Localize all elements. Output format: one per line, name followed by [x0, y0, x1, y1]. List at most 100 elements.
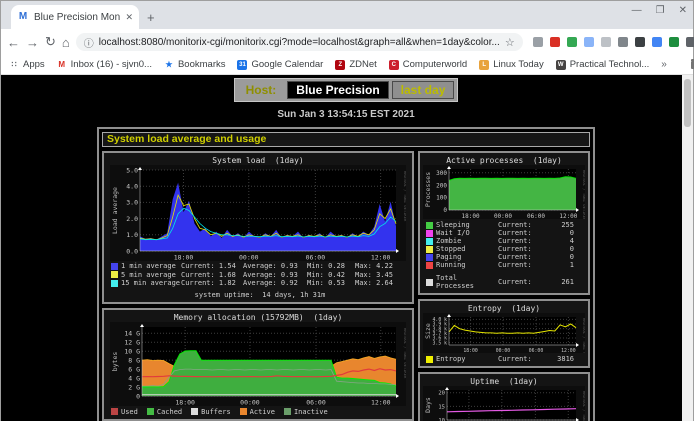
new-tab-button[interactable]: + [147, 10, 155, 25]
chart-title: Uptime (1day) [423, 377, 585, 386]
chart-title: Memory allocation (15792MB) (1day) [107, 313, 409, 322]
bookmark-label: Computerworld [403, 59, 467, 70]
page-info-icon[interactable]: ⓘ [84, 35, 94, 50]
legend-swatch [426, 279, 433, 286]
legend-current-label: Current: [498, 261, 544, 269]
globe-extension-icon[interactable] [567, 37, 577, 47]
tab-strip: M Blue Precision Monitorix ✕ + — ❐ ✕ [1, 1, 693, 29]
svg-text:12:00: 12:00 [371, 398, 391, 406]
host-bar: Host: Blue Precision last day [234, 78, 459, 102]
svg-text:RRDTOOL / TOBI OETIKER: RRDTOOL / TOBI OETIKER [582, 170, 585, 219]
memory-chart[interactable]: 02 G4 G6 G8 G10 G12 G14 G18:0000:0006:00… [110, 322, 406, 406]
svg-text:Size: Size [424, 323, 432, 339]
back-button[interactable]: ← [7, 35, 20, 50]
blue-extension-icon[interactable] [652, 37, 662, 47]
legend-current: Current: 1.68 [181, 271, 243, 280]
dark-extension-icon[interactable] [635, 37, 645, 47]
system-uptime-note: system uptime: 14 days, 1h 31m [111, 291, 409, 299]
pages-extension-icon[interactable] [584, 37, 594, 47]
window-maximize-button[interactable]: ❐ [656, 5, 665, 16]
bookmarks-overflow-icon[interactable]: » [661, 59, 667, 70]
bookmark-item[interactable]: ZZDNet [335, 59, 376, 70]
scrollbar-thumb[interactable] [684, 79, 691, 127]
bookmark-label: Practical Technol... [570, 59, 650, 70]
bookmark-item[interactable]: MInbox (16) - sjvn0... [57, 59, 152, 70]
svg-text:12:00: 12:00 [561, 348, 576, 353]
bookmark-item[interactable]: W Practical Technol... [556, 59, 650, 70]
legend-swatch [426, 246, 433, 253]
legend-row: Entropy Current: 3816 [426, 355, 585, 363]
legend-current: Current: 1.82 [181, 279, 243, 288]
legend-average: Average: 0.93 [243, 271, 307, 280]
legend-swatch [426, 222, 433, 229]
tab-close-icon[interactable]: ✕ [125, 12, 133, 23]
svg-text:200: 200 [436, 182, 447, 189]
svg-text:Load average: Load average [111, 187, 119, 234]
uptime-chart[interactable]: 10152018:0000:0006:0012:00DaysRRDTOOL / … [423, 386, 585, 421]
legend-label: 1 min average [121, 262, 181, 271]
processes-panel: Active processes (1day) 010020030018:000… [418, 151, 590, 295]
legend-swatch [240, 408, 247, 415]
legend-total-row: Total Processes Current: 261 [426, 274, 585, 290]
mail-extension-icon[interactable] [550, 37, 560, 47]
svg-text:2 G: 2 G [128, 383, 140, 391]
memory-legend: Used Cached Buffers Active Inactive [107, 408, 409, 416]
bookmark-item[interactable]: 31Google Calendar [237, 59, 323, 70]
legend-swatch [147, 408, 154, 415]
svg-text:Days: Days [424, 397, 432, 413]
reload-button[interactable]: ↻ [45, 34, 56, 50]
svg-text:00:00: 00:00 [494, 213, 512, 219]
home-button[interactable]: ⌂ [62, 35, 70, 50]
svg-text:12:00: 12:00 [371, 254, 391, 262]
eye-extension-icon[interactable] [618, 37, 628, 47]
svg-text:12 G: 12 G [124, 338, 140, 346]
forward-button[interactable]: → [26, 35, 39, 50]
bookmark-item[interactable]: CComputerworld [389, 59, 467, 70]
svg-text:4.0 k: 4.0 k [433, 317, 448, 323]
legend-label: Total Processes [436, 274, 498, 290]
bookmark-label: Google Calendar [251, 59, 323, 70]
legend-max: Max: 3.45 [355, 271, 409, 280]
chart-title: Entropy (1day) [423, 304, 585, 313]
browser-window: M Blue Precision Monitorix ✕ + — ❐ ✕ ← →… [0, 0, 694, 421]
legend-average: Average: 0.92 [243, 279, 307, 288]
green-circle-extension-icon[interactable] [669, 37, 679, 47]
window-minimize-button[interactable]: — [632, 5, 642, 16]
page-scrollbar[interactable] [682, 75, 693, 421]
legend-row: 1 min average Current: 1.54 Average: 0.9… [111, 262, 409, 271]
legend-swatch [191, 408, 198, 415]
bookmark-item[interactable]: ∷Apps [9, 59, 45, 70]
puzzle-extensions-icon[interactable] [686, 37, 694, 47]
window-close-button[interactable]: ✕ [679, 5, 687, 16]
url-text[interactable]: localhost:8080/monitorix-cgi/monitorix.c… [99, 37, 500, 48]
bookmark-star-icon[interactable]: ☆ [505, 36, 515, 49]
bookmark-item[interactable]: ★Bookmarks [164, 59, 226, 70]
system-load-chart[interactable]: 0.01.02.03.04.05.018:0000:0006:0012:00Lo… [110, 165, 406, 261]
url-bar[interactable]: ⓘ localhost:8080/monitorix-cgi/monitorix… [76, 33, 523, 51]
legend-min: Min: 0.53 [307, 279, 355, 288]
legend-row: Zombie Current: 4 [426, 237, 585, 245]
legend-current: Current: 1.54 [181, 262, 243, 271]
legend-row: Paging Current: 0 [426, 253, 585, 261]
host-name: Blue Precision [287, 81, 388, 99]
bookmark-icon: W [556, 60, 566, 70]
bookmark-item[interactable]: LLinux Today [479, 59, 544, 70]
entropy-chart[interactable]: 3.5 k3.6 k3.7 k3.8 k3.9 k4.0 k18:0000:00… [423, 313, 585, 353]
browser-tab[interactable]: M Blue Precision Monitorix ✕ [11, 5, 139, 29]
search-extension-icon[interactable] [533, 37, 543, 47]
processes-chart[interactable]: 010020030018:0000:0006:0012:00ProcessesR… [423, 165, 585, 219]
svg-text:4.0: 4.0 [126, 183, 138, 191]
legend-value: 0 [544, 229, 574, 237]
svg-text:06:00: 06:00 [306, 398, 326, 406]
period-selector[interactable]: last day [392, 81, 455, 99]
legend-label: Entropy [436, 355, 498, 363]
section-title: System load average and usage [102, 132, 590, 147]
memory-panel: Memory allocation (15792MB) (1day) 02 G4… [102, 308, 414, 421]
gray-extension-icon[interactable] [601, 37, 611, 47]
legend-label: Wait I/O [436, 229, 498, 237]
legend-current-label: Current: [498, 355, 544, 363]
legend-swatch [111, 263, 118, 270]
svg-text:RRDTOOL / TOBI OETIKER: RRDTOOL / TOBI OETIKER [403, 171, 406, 222]
bookmark-icon: L [479, 60, 489, 70]
legend-current-label: Current: [498, 221, 544, 229]
